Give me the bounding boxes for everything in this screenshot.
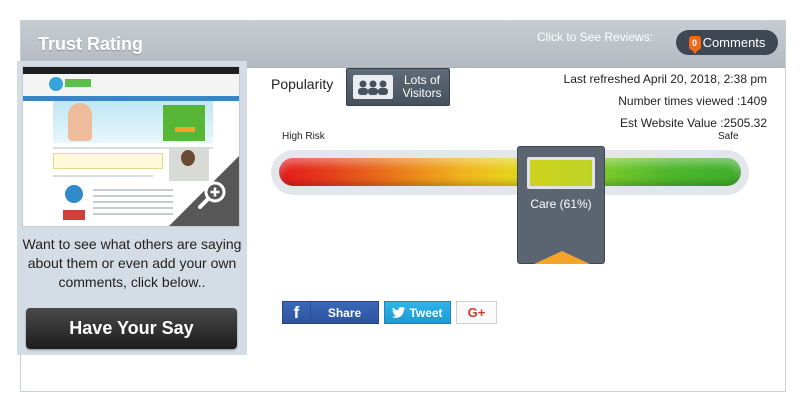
comment-prompt-text: Want to see what others are saying about…: [22, 236, 242, 290]
twitter-icon: [392, 307, 406, 318]
times-viewed: Number times viewed :1409: [618, 94, 767, 108]
trust-gauge-bar: [279, 158, 741, 186]
comments-button-label: Comments: [702, 35, 766, 50]
popularity-badge-text: Lots of Visitors: [402, 73, 442, 100]
twitter-tweet-label: Tweet: [409, 305, 443, 320]
facebook-icon: f: [283, 302, 311, 323]
comments-button[interactable]: 0 Comments: [676, 30, 778, 55]
review-panel: Want to see what others are saying about…: [17, 61, 247, 355]
safe-label: Safe: [718, 131, 739, 142]
last-refreshed: Last refreshed April 20, 2018, 2:38 pm: [563, 72, 767, 86]
popularity-badge: Lots of Visitors: [346, 68, 450, 106]
rating-label: Care (61%): [530, 197, 592, 211]
twitter-tweet-button[interactable]: Tweet: [384, 301, 451, 324]
zoom-in-icon[interactable]: [195, 178, 231, 214]
comment-count-badge: 0: [688, 35, 701, 54]
reviews-label: Click to See Reviews:: [537, 30, 654, 44]
rating-marker-window: [527, 157, 595, 189]
facebook-share-label: Share: [327, 305, 362, 320]
rating-pointer-icon: [534, 251, 590, 264]
facebook-share-button[interactable]: f Share: [282, 301, 379, 324]
website-preview-thumbnail[interactable]: [22, 66, 240, 227]
rating-marker: Care (61%): [517, 146, 605, 264]
have-your-say-button[interactable]: Have Your Say: [26, 308, 237, 349]
site-stats: Last refreshed April 20, 2018, 2:38 pm N…: [564, 68, 767, 134]
googleplus-button[interactable]: G+: [456, 301, 497, 324]
people-icon: [353, 75, 393, 99]
popularity-label: Popularity: [271, 76, 334, 92]
widget-title: Trust Rating: [38, 34, 144, 54]
high-risk-label: High Risk: [282, 131, 325, 142]
